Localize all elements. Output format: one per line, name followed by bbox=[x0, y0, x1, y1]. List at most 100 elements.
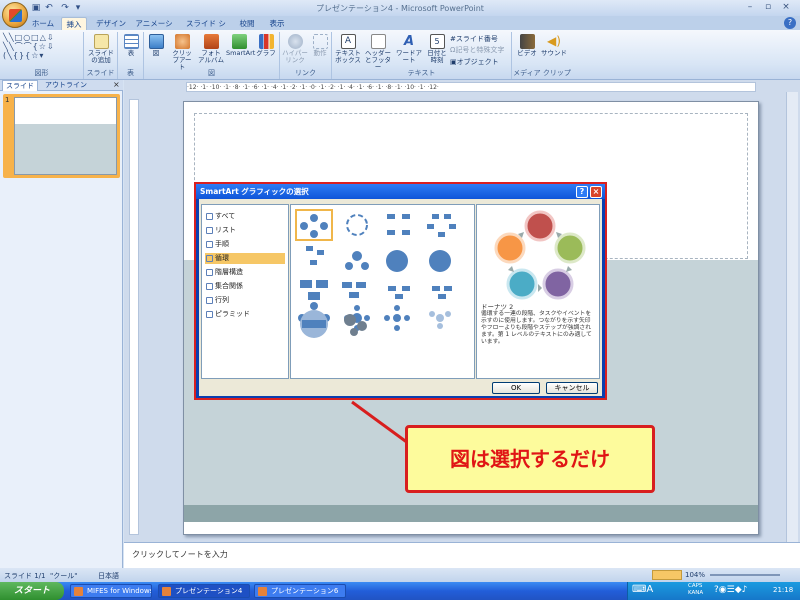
slide-footer-band bbox=[184, 505, 758, 522]
category-relationship[interactable]: 集合関係 bbox=[205, 281, 285, 292]
layout-item[interactable] bbox=[429, 250, 451, 272]
preview-node bbox=[554, 232, 586, 264]
status-language: 日本語 bbox=[98, 572, 119, 580]
app-icon bbox=[74, 587, 83, 596]
datetime-button[interactable]: 5 日付と時刻 bbox=[426, 34, 448, 64]
caps-kana-indicator: CAPS KANA bbox=[688, 583, 704, 596]
view-buttons[interactable] bbox=[652, 570, 682, 580]
layout-item[interactable] bbox=[342, 282, 366, 298]
category-pyramid[interactable]: ピラミッド bbox=[205, 309, 285, 320]
tab-review[interactable]: 校閲 bbox=[236, 17, 258, 30]
smartart-button[interactable]: SmartArt bbox=[226, 34, 255, 57]
layout-item[interactable] bbox=[345, 251, 369, 270]
symbol-button[interactable]: Ω記号と特殊文字 bbox=[450, 45, 504, 55]
layout-item[interactable] bbox=[300, 280, 328, 300]
tab-insert[interactable]: 挿入 bbox=[61, 17, 87, 30]
vertical-scrollbar[interactable] bbox=[786, 92, 798, 542]
cycle-icon bbox=[206, 255, 213, 262]
movie-button[interactable]: ビデオ bbox=[516, 34, 538, 57]
textbox-icon: A bbox=[340, 34, 356, 49]
group-label: スライド bbox=[86, 69, 115, 77]
table-icon bbox=[123, 34, 139, 49]
category-icon bbox=[206, 213, 213, 220]
photo-album-button[interactable]: フォト アルバム bbox=[198, 34, 224, 64]
layout-item[interactable] bbox=[310, 214, 318, 222]
layout-item[interactable] bbox=[306, 246, 324, 265]
dialog-help-button[interactable]: ? bbox=[576, 186, 588, 198]
category-matrix[interactable]: 行列 bbox=[205, 295, 285, 306]
redo-icon[interactable]: ↷ bbox=[59, 2, 71, 14]
object-button[interactable]: ▣オブジェクト bbox=[450, 57, 499, 67]
ok-button[interactable]: OK bbox=[492, 382, 540, 394]
maximize-button[interactable]: ▫ bbox=[758, 1, 778, 14]
zoom-level[interactable]: 104% bbox=[685, 571, 705, 579]
group-shapes: ╲╲□○□△⇩ ╲╲⌒⌒{☆⇩ (╲{}{☆▾ 図形 bbox=[0, 32, 84, 79]
help-icon[interactable]: ? bbox=[784, 17, 796, 29]
matrix-icon bbox=[206, 297, 213, 304]
layout-item[interactable] bbox=[387, 214, 410, 235]
action-button[interactable]: 動作 bbox=[310, 34, 330, 57]
minimize-button[interactable]: – bbox=[740, 1, 760, 14]
category-all[interactable]: すべて bbox=[205, 211, 285, 222]
group-label: メディア クリップ bbox=[513, 69, 571, 77]
clipart-button[interactable]: クリップアート bbox=[170, 34, 194, 71]
task-presentation6[interactable]: プレゼンテーション6 bbox=[254, 584, 346, 598]
callout-box: 図は選択するだけ bbox=[405, 425, 655, 493]
shapes-gallery[interactable]: ╲╲□○□△⇩ ╲╲⌒⌒{☆⇩ (╲{}{☆▾ bbox=[3, 33, 55, 60]
group-label: リンク bbox=[295, 69, 316, 77]
close-panel-icon[interactable]: × bbox=[113, 80, 120, 89]
slide-number-button[interactable]: #スライド番号 bbox=[450, 34, 498, 44]
tab-slides[interactable]: スライド bbox=[2, 80, 38, 91]
layout-item[interactable] bbox=[427, 214, 456, 237]
tab-slideshow[interactable]: スライド ショー bbox=[184, 17, 228, 41]
task-presentation4[interactable]: プレゼンテーション4 bbox=[158, 584, 250, 598]
category-process[interactable]: 手順 bbox=[205, 239, 285, 250]
ime-icon[interactable]: ⌨A bbox=[632, 584, 653, 595]
layout-item[interactable] bbox=[300, 310, 328, 338]
preview-title: ドーナツ 2 bbox=[481, 303, 514, 311]
picture-button[interactable]: 図 bbox=[148, 34, 164, 57]
start-button[interactable]: スタート bbox=[0, 582, 64, 600]
header-footer-button[interactable]: ヘッダーとフッター bbox=[364, 34, 392, 71]
qat-dropdown-icon[interactable]: ▾ bbox=[72, 2, 84, 14]
tab-outline[interactable]: アウトライン bbox=[42, 80, 90, 91]
tab-view[interactable]: 表示 bbox=[266, 17, 288, 30]
clipart-icon bbox=[174, 34, 190, 49]
hyperlink-button[interactable]: ハイパーリンク bbox=[282, 34, 308, 64]
tab-design[interactable]: デザイン bbox=[94, 17, 128, 30]
office-button[interactable] bbox=[2, 2, 28, 28]
notes-pane[interactable]: クリックしてノートを入力 bbox=[124, 542, 800, 568]
chart-button[interactable]: グラフ bbox=[256, 34, 276, 57]
preview-node bbox=[494, 232, 526, 264]
layout-item[interactable] bbox=[344, 314, 367, 336]
cancel-button[interactable]: キャンセル bbox=[546, 382, 598, 394]
tray-icons[interactable]: ?◉☰◆♪ bbox=[714, 585, 747, 595]
layout-item[interactable] bbox=[346, 214, 368, 236]
group-media: ビデオ ◀) サウンド メディア クリップ bbox=[512, 32, 572, 79]
sound-button[interactable]: ◀) サウンド bbox=[540, 34, 568, 57]
wordart-icon: A bbox=[403, 34, 415, 49]
table-button[interactable]: 表 bbox=[122, 34, 140, 57]
pyramid-icon bbox=[206, 311, 213, 318]
undo-icon[interactable]: ↶ bbox=[43, 2, 55, 14]
category-cycle[interactable]: 循環 bbox=[205, 253, 285, 264]
tab-animation[interactable]: アニメーション bbox=[132, 17, 176, 41]
dialog-close-button[interactable]: × bbox=[590, 186, 602, 198]
new-slide-button[interactable]: スライドの追加 bbox=[87, 34, 115, 64]
callout-pointer bbox=[351, 400, 409, 445]
task-mifes[interactable]: MIFES for Windows ... bbox=[70, 584, 152, 598]
textbox-button[interactable]: A テキストボックス bbox=[334, 34, 362, 64]
close-window-button[interactable]: × bbox=[776, 1, 796, 14]
preview-node bbox=[524, 210, 556, 242]
category-list-item[interactable]: リスト bbox=[205, 225, 285, 236]
layout-item[interactable] bbox=[386, 250, 408, 272]
layout-item[interactable] bbox=[388, 286, 410, 299]
category-hierarchy[interactable]: 階層構造 bbox=[205, 267, 285, 278]
tab-home[interactable]: ホーム bbox=[30, 17, 56, 30]
zoom-slider[interactable] bbox=[710, 574, 780, 576]
calendar-icon: 5 bbox=[429, 34, 445, 49]
process-icon bbox=[206, 241, 213, 248]
save-icon[interactable]: ▣ bbox=[30, 2, 42, 14]
layout-item[interactable] bbox=[432, 286, 452, 299]
wordart-button[interactable]: A ワードアート bbox=[394, 34, 424, 64]
